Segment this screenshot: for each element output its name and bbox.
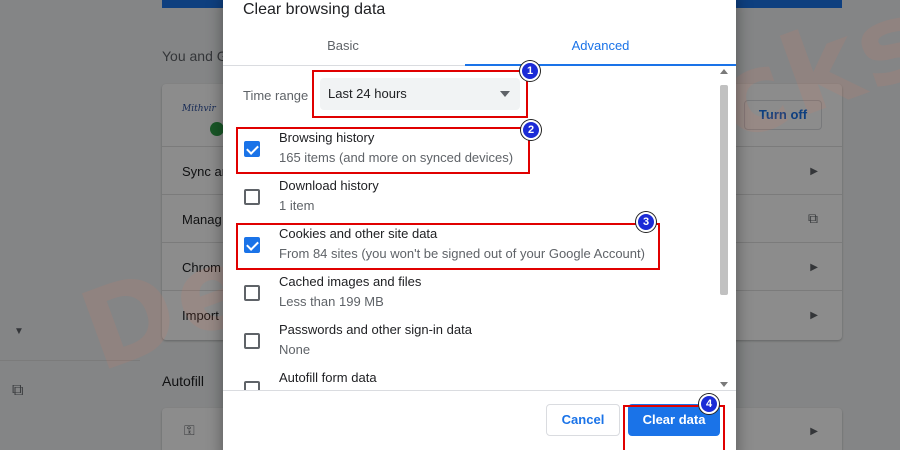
item-subtitle: 1 item [279,198,315,213]
item-title: Download history [279,178,379,193]
dialog-title: Clear browsing data [243,1,386,18]
list-item-cached-images[interactable]: Cached images and files Less than 199 MB [223,270,719,318]
scroll-down-arrow-icon[interactable] [720,382,728,387]
scrollbar[interactable] [717,67,731,389]
step-badge-2: 2 [521,120,541,140]
item-title: Autofill form data [279,370,377,385]
passwords-checkbox[interactable] [244,333,260,349]
cancel-button[interactable]: Cancel [546,404,620,436]
tab-advanced[interactable]: Advanced [465,28,736,66]
download-history-checkbox[interactable] [244,189,260,205]
list-item-passwords[interactable]: Passwords and other sign-in data None [223,318,719,366]
scroll-up-arrow-icon[interactable] [720,69,728,74]
item-subtitle: None [279,342,311,357]
step-badge-1: 1 [520,61,540,81]
tab-bar: Basic Advanced [223,28,736,66]
scrollbar-thumb[interactable] [720,85,728,295]
item-title: Passwords and other sign-in data [279,322,472,337]
time-range-label: Time range [243,88,309,103]
tab-basic[interactable]: Basic [223,28,463,66]
highlight-box-cookies [236,223,660,270]
highlight-box-browsing-history [236,127,530,174]
item-subtitle: Less than 199 MB [279,294,384,309]
step-badge-4: 4 [699,394,719,414]
highlight-box-time-range [312,70,528,118]
step-badge-3: 3 [636,212,656,232]
item-title: Cached images and files [279,274,422,289]
active-tab-indicator [465,64,736,66]
cached-images-checkbox[interactable] [244,285,260,301]
